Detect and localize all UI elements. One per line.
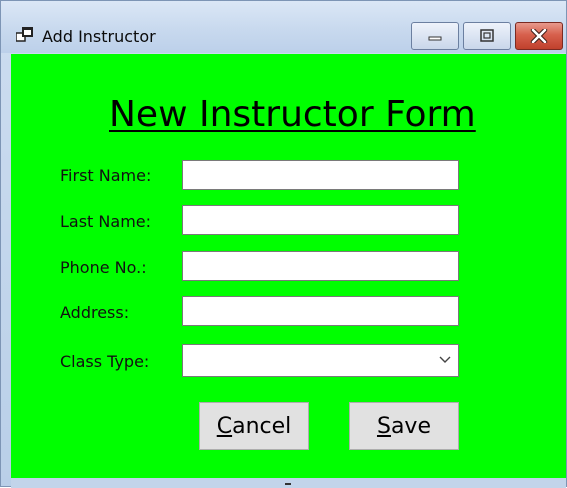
form-client-area: New Instructor Form First Name: Last Nam… [11,54,566,478]
save-button[interactable]: Save [349,402,459,450]
add-instructor-window: Add Instructor New Instructor Form First… [0,0,567,488]
class-type-dropdown[interactable] [182,344,459,377]
class-type-label: Class Type: [60,352,150,371]
maximize-icon [480,29,494,42]
last-name-label: Last Name: [60,212,152,231]
close-icon [530,29,548,43]
minimize-button[interactable] [411,22,459,50]
last-name-field[interactable] [182,205,459,235]
cancel-button[interactable]: Cancel [199,402,309,450]
first-name-label: First Name: [60,166,152,185]
app-icon [16,27,33,42]
resize-grip[interactable] [285,483,291,485]
address-label: Address: [60,303,130,322]
window-title: Add Instructor [42,27,156,46]
phone-field[interactable] [182,251,459,281]
address-field[interactable] [182,296,459,326]
save-label-rest: ave [390,413,431,439]
cancel-label-rest: ancel [232,413,292,439]
cancel-mnemonic: C [216,413,233,439]
phone-label: Phone No.: [60,258,147,277]
save-mnemonic: S [376,413,391,439]
first-name-field[interactable] [182,160,459,190]
title-bar[interactable]: Add Instructor [1,1,566,53]
chevron-down-icon [439,356,451,363]
form-heading: New Instructor Form [109,94,476,135]
maximize-button[interactable] [463,22,511,50]
close-button[interactable] [515,22,563,50]
minimize-icon [428,36,442,41]
